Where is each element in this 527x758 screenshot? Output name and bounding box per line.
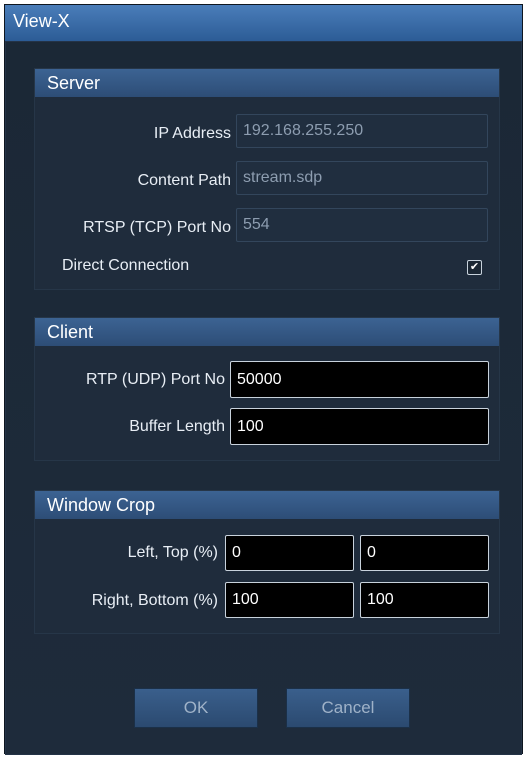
buffer-length-input[interactable]: 100 bbox=[230, 408, 489, 445]
ok-button[interactable]: OK bbox=[134, 688, 258, 728]
buffer-length-label: Buffer Length bbox=[129, 418, 225, 435]
right-input[interactable]: 100 bbox=[225, 582, 354, 618]
ip-address-label: IP Address bbox=[153, 125, 231, 142]
bottom-input[interactable]: 100 bbox=[360, 582, 489, 618]
top-input[interactable]: 0 bbox=[360, 535, 489, 571]
window-crop-group-title: Window Crop bbox=[47, 495, 156, 515]
direct-connection-label: Direct Connection bbox=[62, 257, 190, 274]
rtp-port-label: RTP (UDP) Port No bbox=[86, 371, 225, 388]
left-top-label: Left, Top (%) bbox=[127, 544, 218, 561]
window-title: View-X bbox=[13, 11, 70, 31]
client-group-header: Client bbox=[35, 318, 499, 346]
checkmark-icon: ✔ bbox=[469, 261, 480, 273]
server-group-title: Server bbox=[47, 73, 101, 93]
left-input[interactable]: 0 bbox=[225, 535, 354, 571]
ip-address-field: 192.168.255.250 bbox=[236, 114, 488, 148]
rtsp-port-label: RTSP (TCP) Port No bbox=[83, 219, 231, 236]
right-bottom-label: Right, Bottom (%) bbox=[91, 592, 218, 609]
rtp-port-input[interactable]: 50000 bbox=[230, 361, 489, 398]
content-path-label: Content Path bbox=[137, 172, 231, 189]
rtsp-port-field: 554 bbox=[236, 208, 488, 242]
window-crop-group-header: Window Crop bbox=[35, 491, 499, 519]
client-group-title: Client bbox=[47, 322, 94, 342]
title-bar[interactable]: View-X bbox=[5, 5, 522, 41]
server-group-header: Server bbox=[35, 69, 499, 97]
content-path-field: stream.sdp bbox=[236, 161, 488, 195]
cancel-button[interactable]: Cancel bbox=[286, 688, 410, 728]
direct-connection-checkbox[interactable]: ✔ bbox=[467, 260, 482, 275]
